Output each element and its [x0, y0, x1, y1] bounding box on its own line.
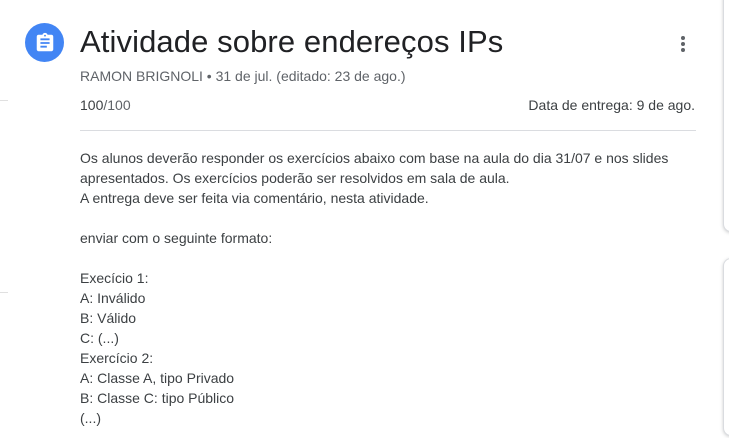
points-max: /100: [103, 97, 131, 113]
assignment-icon: [25, 23, 64, 62]
description-line: A entrega deve ser feita via comentário,…: [80, 190, 429, 206]
more-vert-icon: [681, 36, 685, 52]
description-line: [80, 248, 700, 268]
description-line: apresentados. Os exercícios poderão ser …: [80, 170, 510, 186]
author-name: RAMON BRIGNOLI: [80, 68, 203, 84]
post-date: • 31 de jul. (editado: 23 de ago.): [202, 68, 406, 84]
side-card: [723, 258, 729, 436]
description-line: B: Classe C: tipo Público: [80, 390, 235, 406]
due-date: Data de entrega: 9 de ago.: [528, 97, 695, 113]
description-line: A: Inválido: [80, 290, 146, 306]
divider: [80, 130, 696, 131]
description-line: enviar com o seguinte formato:: [80, 230, 273, 246]
description-line: Execício 1:: [80, 270, 149, 286]
description-line: B: Válido: [80, 310, 137, 326]
assignment-page: Atividade sobre endereços IPs RAMON BRIG…: [0, 0, 729, 438]
description-line: A: Classe A, tipo Privado: [80, 370, 235, 386]
points: 100/100: [80, 96, 131, 114]
clipboard-icon: [36, 32, 53, 51]
assignment-meta: RAMON BRIGNOLI • 31 de jul. (editado: 23…: [80, 67, 406, 85]
left-divider: [0, 100, 8, 101]
left-divider: [0, 292, 8, 293]
points-earned: 100: [80, 97, 104, 113]
side-card: [723, 0, 729, 232]
more-options-button[interactable]: [668, 30, 698, 58]
assignment-title: Atividade sobre endereços IPs: [80, 24, 504, 59]
description-line: C: (...): [80, 330, 119, 346]
assignment-description: Os alunos deverão responder os exercício…: [80, 148, 700, 428]
description-line: Os alunos deverão responder os exercício…: [80, 150, 669, 166]
description-line: [80, 208, 700, 228]
description-line: Exercício 2:: [80, 350, 154, 366]
description-line: (...): [80, 410, 101, 426]
